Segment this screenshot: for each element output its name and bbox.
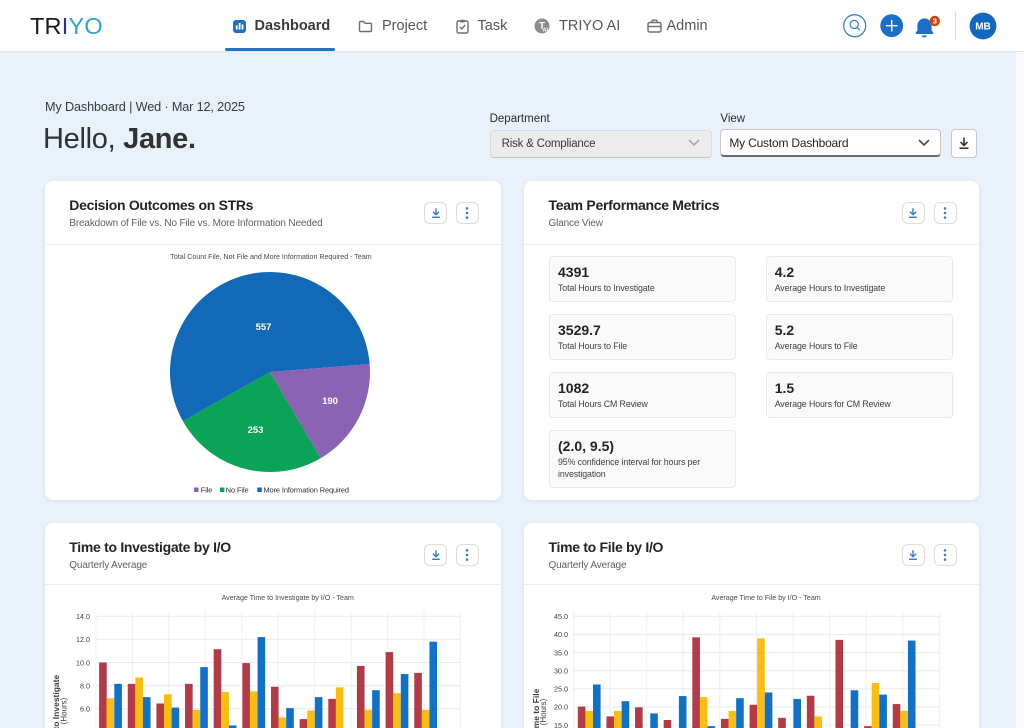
- svg-text:AI: AI: [543, 28, 549, 34]
- svg-text:MB: MB: [975, 21, 991, 32]
- svg-text:3: 3: [933, 17, 937, 26]
